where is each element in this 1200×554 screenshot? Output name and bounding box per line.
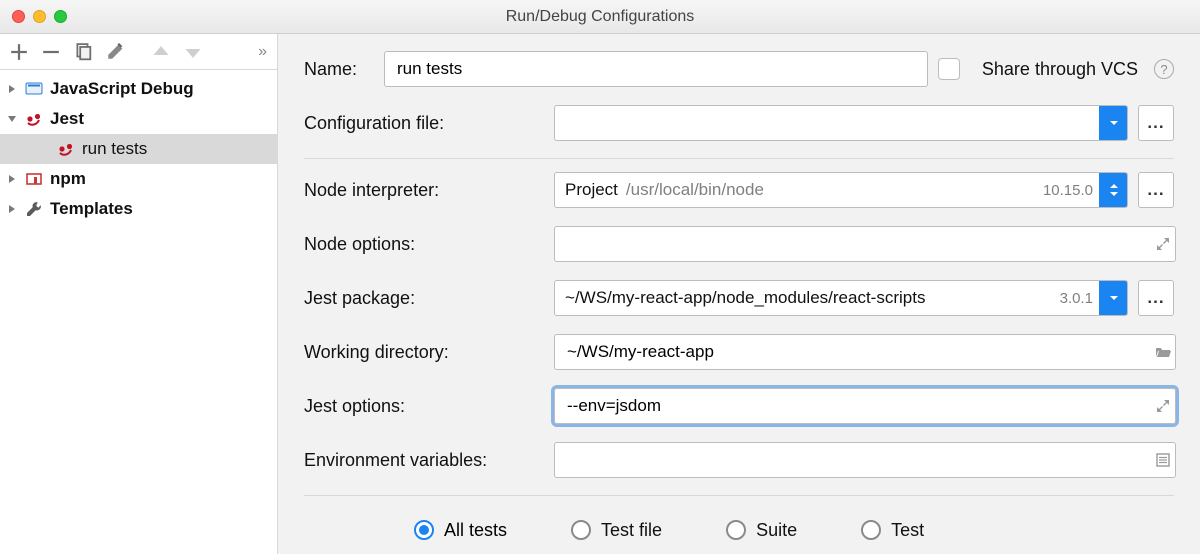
node-options-label: Node options: — [304, 234, 554, 255]
jest-options-text[interactable] — [565, 395, 1141, 417]
working-dir-label: Working directory: — [304, 342, 554, 363]
window-titlebar: Run/Debug Configurations — [0, 0, 1200, 34]
window-traffic-lights — [0, 10, 67, 23]
node-interpreter-combo[interactable]: Project /usr/local/bin/node 10.15.0 — [554, 172, 1128, 208]
tree-node-npm[interactable]: npm — [0, 164, 277, 194]
move-up-button[interactable] — [152, 43, 170, 61]
divider — [304, 495, 1174, 496]
tree-label: Templates — [50, 199, 133, 219]
chevron-down-icon[interactable] — [1099, 106, 1127, 140]
config-file-browse-button[interactable]: ... — [1138, 105, 1174, 141]
radio-all-tests[interactable]: All tests — [414, 520, 507, 541]
copy-config-button[interactable] — [74, 43, 92, 61]
share-vcs-checkbox[interactable] — [938, 58, 960, 80]
expand-icon — [6, 174, 18, 184]
test-scope-radios: All tests Test file Suite Test — [304, 504, 1174, 554]
node-interpreter-version: 10.15.0 — [1043, 182, 1099, 199]
divider — [304, 158, 1174, 159]
tree-node-run-tests[interactable]: run tests — [0, 134, 277, 164]
radio-test-file[interactable]: Test file — [571, 520, 662, 541]
tree-label: npm — [50, 169, 86, 189]
radio-test[interactable]: Test — [861, 520, 924, 541]
add-config-button[interactable] — [10, 43, 28, 61]
remove-config-button[interactable] — [42, 43, 60, 61]
config-form: Name: Share through VCS ? Configuration … — [278, 34, 1200, 554]
expand-icon — [6, 84, 18, 94]
jest-icon — [24, 110, 44, 128]
name-label: Name: — [304, 59, 384, 80]
config-sidebar: » JavaScript Debug Jest run tests npm — [0, 34, 278, 554]
node-interpreter-prefix: Project — [565, 180, 618, 200]
radio-indicator — [571, 520, 591, 540]
tree-label: JavaScript Debug — [50, 79, 194, 99]
help-icon[interactable]: ? — [1154, 59, 1174, 79]
radio-label: Suite — [756, 520, 797, 541]
radio-label: Test — [891, 520, 924, 541]
sidebar-toolbar: » — [0, 34, 277, 70]
config-file-label: Configuration file: — [304, 113, 554, 134]
javascript-debug-icon — [24, 80, 44, 98]
jest-package-version: 3.0.1 — [1060, 290, 1099, 307]
env-vars-text[interactable] — [565, 449, 1141, 471]
node-interpreter-label: Node interpreter: — [304, 180, 554, 201]
share-vcs-label: Share through VCS — [982, 59, 1138, 80]
jest-options-input[interactable] — [554, 388, 1176, 424]
node-interpreter-path: /usr/local/bin/node — [626, 180, 764, 200]
list-icon[interactable] — [1152, 452, 1174, 468]
working-dir-input[interactable] — [554, 334, 1176, 370]
jest-package-combo[interactable]: ~/WS/my-react-app/node_modules/react-scr… — [554, 280, 1128, 316]
jest-package-value: ~/WS/my-react-app/node_modules/react-scr… — [565, 288, 925, 308]
folder-open-icon[interactable] — [1152, 344, 1174, 360]
collapse-icon — [6, 114, 18, 124]
tree-node-javascript-debug[interactable]: JavaScript Debug — [0, 74, 277, 104]
window-title: Run/Debug Configurations — [0, 8, 1200, 26]
expand-icon[interactable] — [1152, 236, 1174, 252]
jest-options-label: Jest options: — [304, 396, 554, 417]
stepper-icon[interactable] — [1099, 173, 1127, 207]
radio-indicator — [414, 520, 434, 540]
edit-defaults-button[interactable] — [106, 43, 124, 61]
jest-package-browse-button[interactable]: ... — [1138, 280, 1174, 316]
radio-label: Test file — [601, 520, 662, 541]
node-options-input[interactable] — [554, 226, 1176, 262]
window-maximize-button[interactable] — [54, 10, 67, 23]
radio-indicator — [726, 520, 746, 540]
env-vars-input[interactable] — [554, 442, 1176, 478]
radio-label: All tests — [444, 520, 507, 541]
move-down-button[interactable] — [184, 43, 202, 61]
npm-icon — [24, 170, 44, 188]
working-dir-text[interactable] — [565, 341, 1141, 363]
chevron-down-icon[interactable] — [1099, 281, 1127, 315]
name-input-text[interactable] — [395, 58, 917, 80]
radio-indicator — [861, 520, 881, 540]
tree-node-jest[interactable]: Jest — [0, 104, 277, 134]
node-options-text[interactable] — [565, 233, 1141, 255]
expand-icon[interactable] — [1152, 398, 1174, 414]
config-file-combo[interactable] — [554, 105, 1128, 141]
toolbar-more-button[interactable]: » — [258, 43, 267, 61]
config-tree: JavaScript Debug Jest run tests npm Temp… — [0, 70, 277, 224]
name-input[interactable] — [384, 51, 928, 87]
wrench-icon — [24, 200, 44, 218]
jest-package-label: Jest package: — [304, 288, 554, 309]
jest-icon — [56, 140, 76, 158]
radio-suite[interactable]: Suite — [726, 520, 797, 541]
expand-icon — [6, 204, 18, 214]
tree-node-templates[interactable]: Templates — [0, 194, 277, 224]
env-vars-label: Environment variables: — [304, 450, 554, 471]
node-interpreter-browse-button[interactable]: ... — [1138, 172, 1174, 208]
tree-label: Jest — [50, 109, 84, 129]
tree-label: run tests — [82, 139, 147, 159]
window-minimize-button[interactable] — [33, 10, 46, 23]
window-close-button[interactable] — [12, 10, 25, 23]
